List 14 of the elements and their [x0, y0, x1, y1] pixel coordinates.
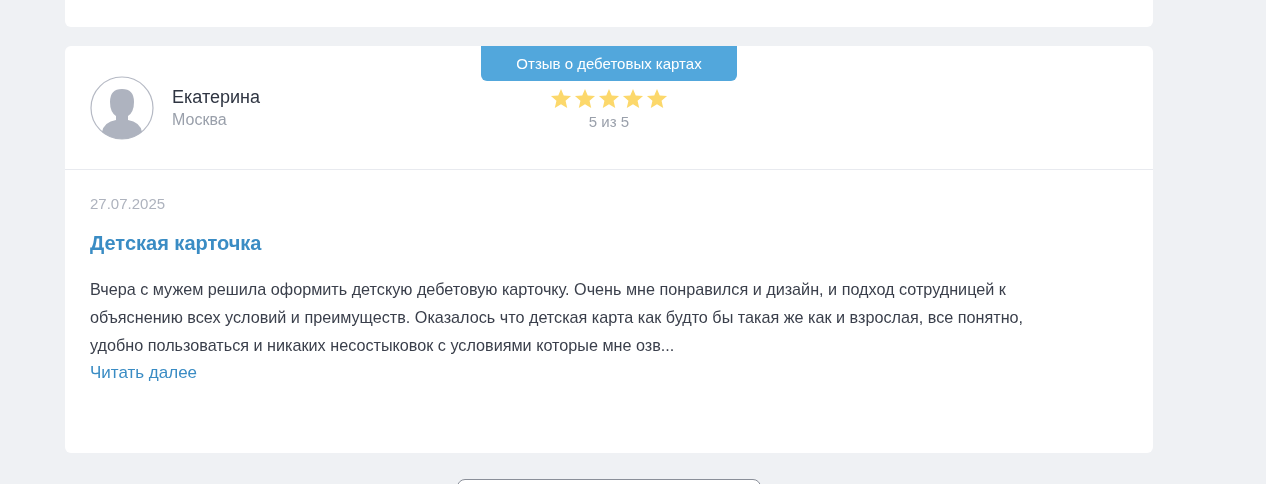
review-text: Вчера с мужем решила оформить детскую дебетовую карточку. Очень мне понравился и дизайн, и подход сотрудницей к объяснению всех условий и преимуществ. Оказалось что детская карта как будто бы такая же как и взрослая, все понятно, удобно пользоваться и никаких несостыковок с условиями которые мне озв... [90, 279, 1025, 356]
author-city: Москва [172, 110, 228, 129]
review-title: Детская карточка [90, 232, 263, 255]
rating-text: 5 из 5 [588, 113, 630, 130]
review-date: 27.07.2025 [90, 195, 167, 212]
star-icon [550, 88, 572, 109]
star-icon [646, 88, 668, 109]
avatar-icon [90, 75, 154, 140]
star-icon [598, 88, 620, 109]
category-tag: Отзыв о дебетовых картах [481, 46, 737, 81]
star-icon [622, 88, 644, 109]
author-name: Екатерина [172, 86, 260, 108]
star-icon [574, 88, 596, 109]
read-more-link[interactable]: Читать далее [90, 363, 198, 383]
